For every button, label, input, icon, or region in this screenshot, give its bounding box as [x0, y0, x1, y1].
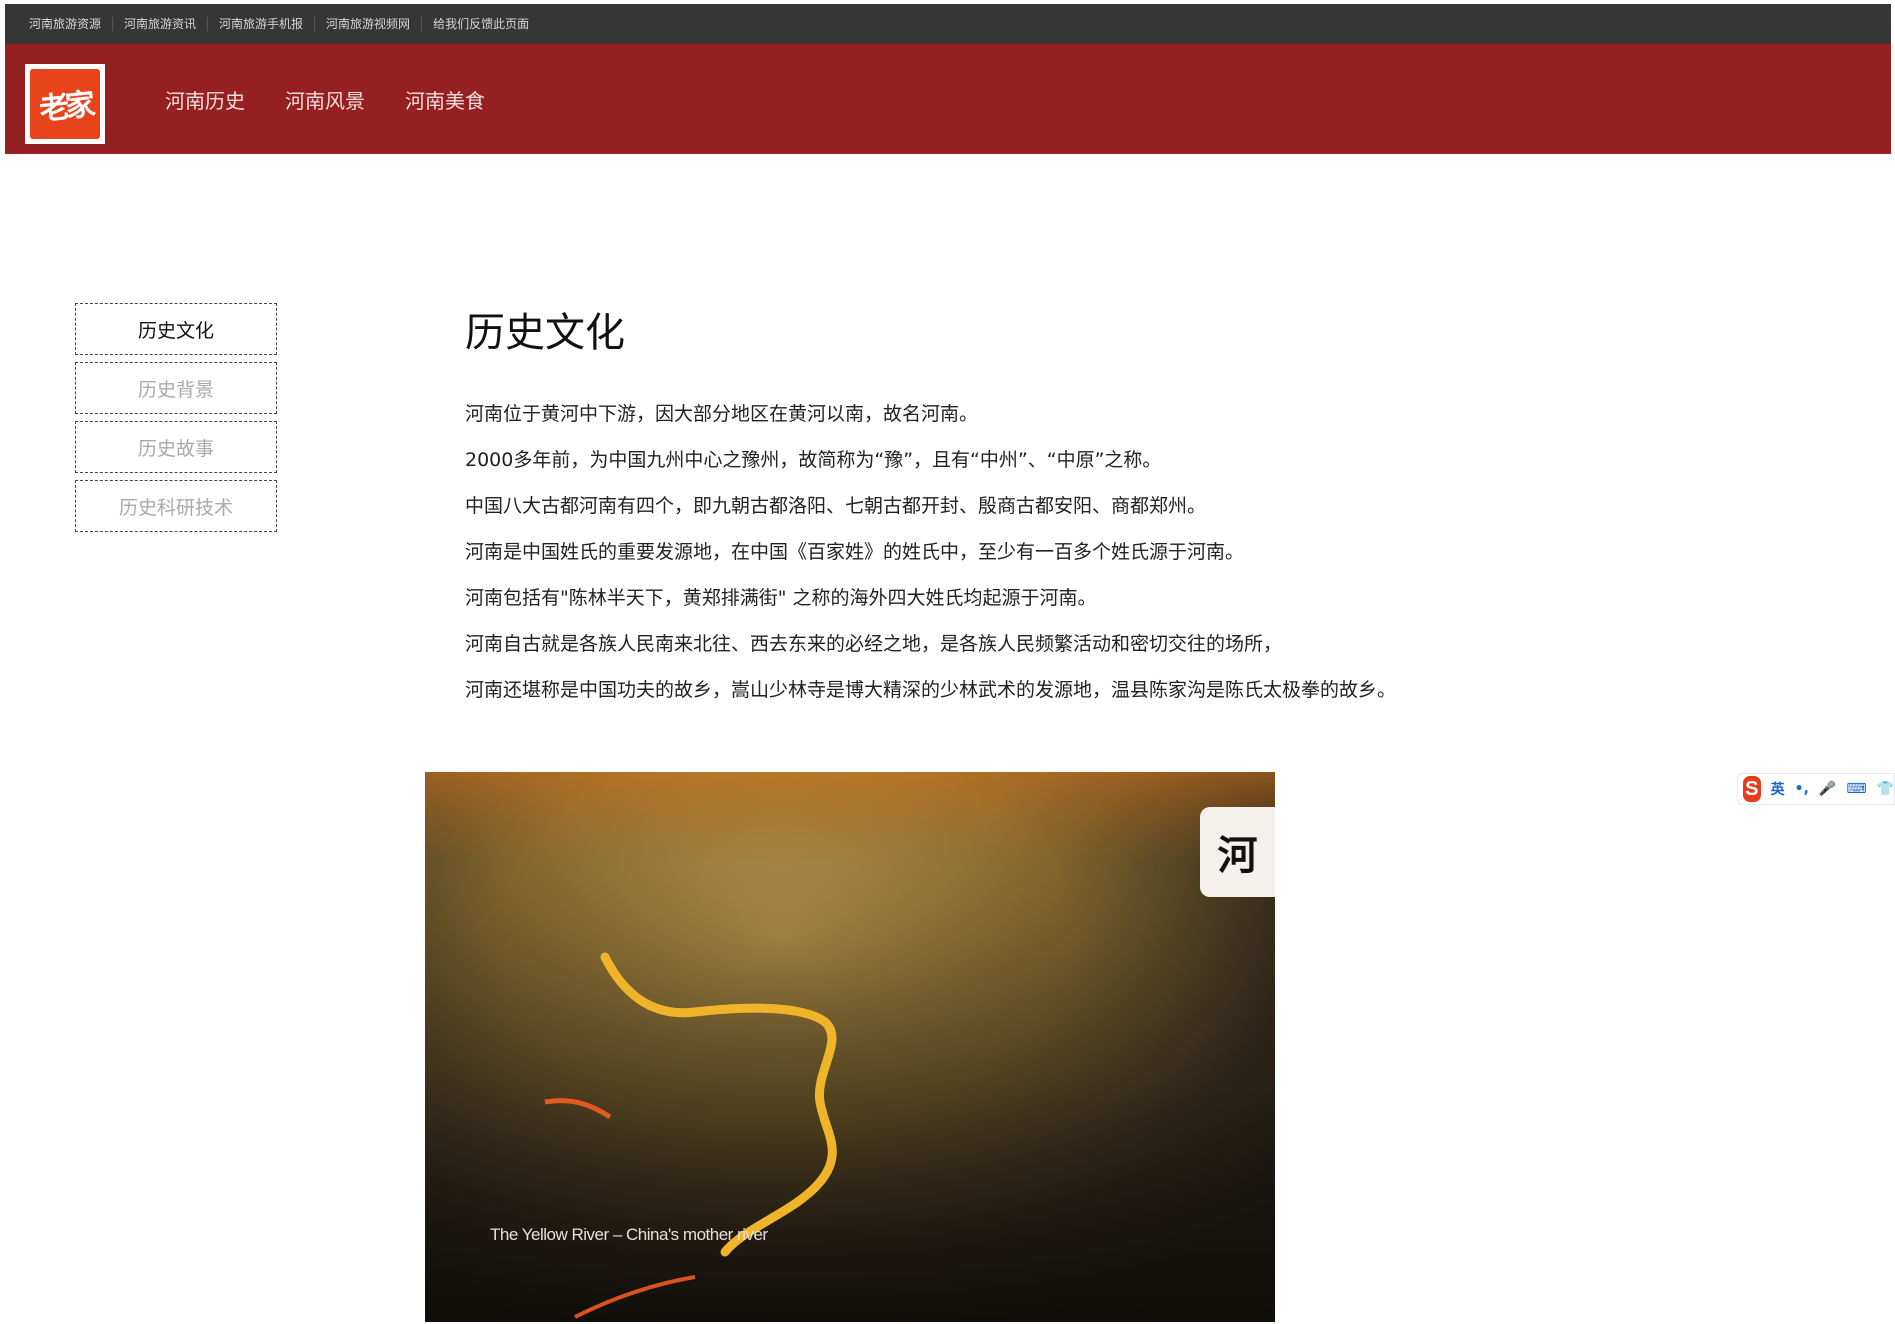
paragraph: 河南自古就是各族人民南来北往、西去东来的必经之地，是各族人民频繁活动和密切交往的…: [465, 633, 1283, 655]
punctuation-icon[interactable]: •,: [1795, 781, 1809, 797]
paragraph: 2000多年前，为中国九州中心之豫州，故简称为“豫”，且有“中州”、“中原”之称…: [465, 449, 1162, 471]
paragraph: 河南包括有"陈林半天下，黄郑排满街" 之称的海外四大姓氏均起源于河南。: [465, 587, 1097, 609]
sidebar-item-history-culture[interactable]: 历史文化: [75, 303, 277, 355]
top-links: 河南旅游资源 河南旅游资讯 河南旅游手机报 河南旅游视频网 给我们反馈此页面: [5, 4, 1891, 44]
video-player[interactable]: 河 The Yellow River – China's mother rive…: [425, 772, 1275, 1322]
site-logo[interactable]: 老家: [25, 64, 105, 144]
microphone-icon[interactable]: 🎤: [1819, 781, 1836, 797]
video-badge-text: 河: [1217, 833, 1258, 879]
video-title-badge: 河: [1200, 807, 1275, 897]
sidebar-item-history-stories[interactable]: 历史故事: [75, 421, 277, 473]
nav-henan-food[interactable]: 河南美食: [405, 85, 485, 114]
sogou-logo-icon[interactable]: S: [1743, 776, 1761, 802]
keyboard-icon[interactable]: ⌨: [1846, 781, 1866, 797]
top-link-mobile-paper[interactable]: 河南旅游手机报: [207, 17, 314, 31]
nav-henan-history[interactable]: 河南历史: [165, 85, 245, 114]
sidebar-item-history-science[interactable]: 历史科研技术: [75, 480, 277, 532]
sidebar-item-history-background[interactable]: 历史背景: [75, 362, 277, 414]
article: 历史文化 河南位于黄河中下游，因大部分地区在黄河以南，故名河南。 2000多年前…: [465, 305, 1465, 713]
logo-text: 老家: [37, 87, 94, 128]
logo-seal: 老家: [30, 69, 100, 139]
ime-toolbar[interactable]: S 英 •, 🎤 ⌨ 👕: [1737, 773, 1895, 805]
paragraph: 河南位于黄河中下游，因大部分地区在黄河以南，故名河南。: [465, 403, 979, 425]
page-title: 历史文化: [465, 310, 625, 356]
paragraph: 中国八大古都河南有四个，即九朝古都洛阳、七朝古都开封、殷商古都安阳、商都郑州。: [465, 495, 1207, 517]
top-link-feedback[interactable]: 给我们反馈此页面: [421, 17, 540, 31]
top-utility-bar: 河南旅游资源 河南旅游资讯 河南旅游手机报 河南旅游视频网 给我们反馈此页面: [5, 4, 1891, 44]
ime-language-toggle[interactable]: 英: [1771, 779, 1785, 799]
paragraph: 河南还堪称是中国功夫的故乡，嵩山少林寺是博大精深的少林武术的发源地，温县陈家沟是…: [465, 679, 1397, 701]
main-nav: 河南历史 河南风景 河南美食: [165, 44, 525, 154]
paragraph: 河南是中国姓氏的重要发源地，在中国《百家姓》的姓氏中，至少有一百多个姓氏源于河南…: [465, 541, 1245, 563]
top-link-resources[interactable]: 河南旅游资源: [24, 17, 112, 31]
skin-shirt-icon[interactable]: 👕: [1877, 781, 1894, 797]
top-link-news[interactable]: 河南旅游资讯: [112, 17, 207, 31]
video-caption: The Yellow River – China's mother river: [490, 1225, 768, 1244]
top-link-video-site[interactable]: 河南旅游视频网: [314, 17, 421, 31]
nav-henan-scenery[interactable]: 河南风景: [285, 85, 365, 114]
sidebar: 历史文化 历史背景 历史故事 历史科研技术: [75, 303, 277, 539]
site-header: 老家 河南历史 河南风景 河南美食: [5, 44, 1891, 154]
